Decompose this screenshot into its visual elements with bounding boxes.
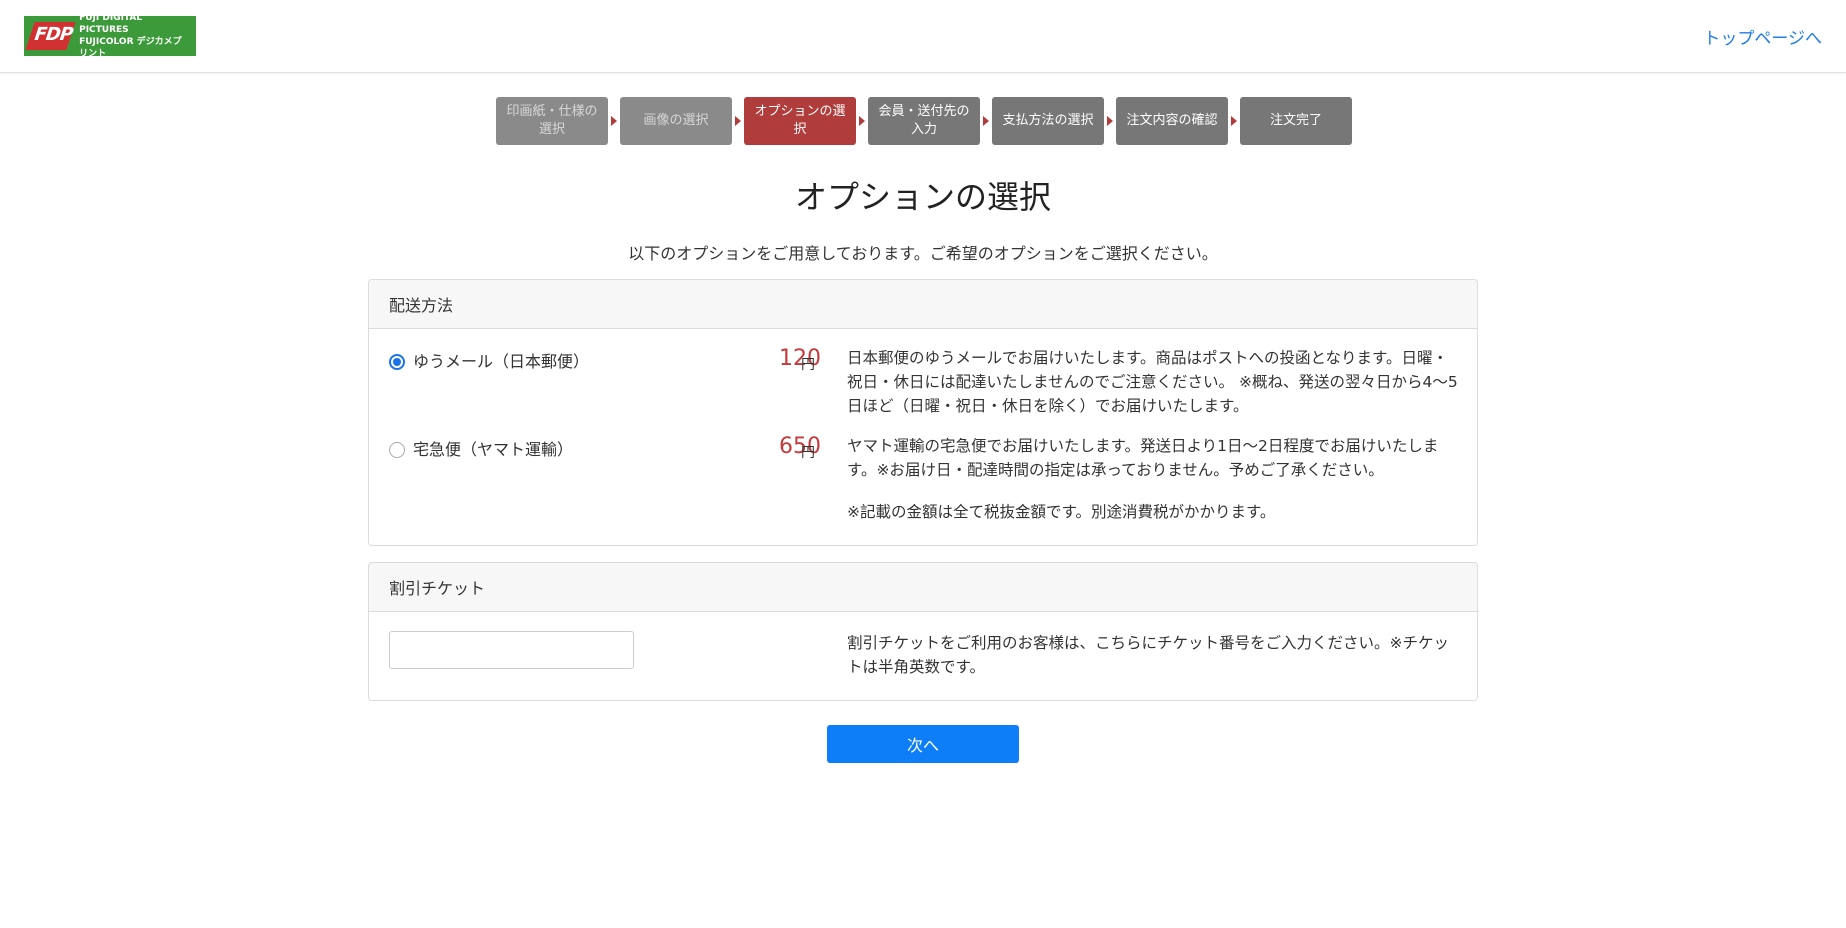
tax-note: ※記載の金額は全て税抜金額です。別途消費税がかかります。: [847, 503, 1276, 521]
step-image-select: 画像の選択: [620, 97, 732, 145]
logo-line2: FUJICOLOR デジカメプリント: [79, 37, 182, 59]
logo-text: FUJI DIGITAL PICTURES FUJICOLOR デジカメプリント: [79, 12, 190, 60]
next-button[interactable]: 次へ: [827, 725, 1019, 763]
step-arrow-icon: [856, 97, 868, 145]
step-paper-spec: 印画紙・仕様の選択: [496, 97, 608, 145]
yen-unit: 円: [801, 357, 815, 373]
step-member-address: 会員・送付先の入力: [868, 97, 980, 145]
page-title: オプションの選択: [794, 178, 1051, 216]
page-subtitle: 以下のオプションをご用意しております。ご希望のオプションをご選択ください。: [628, 244, 1218, 263]
step-options: オプションの選択: [744, 97, 856, 145]
fujifilm-logo[interactable]: FDP FUJI DIGITAL PICTURES FUJICOLOR デジカメ…: [24, 13, 196, 59]
step-arrow-icon: [1104, 97, 1116, 145]
shipping-method-card: 配送方法 ゆうメール（日本郵便） 120 円 日本郵便のゆうメールでお届けいたし…: [368, 279, 1478, 546]
description-takkyubin: ヤマト運輸の宅急便でお届けいたします。発送日より1日〜2日程度でお届けいたします…: [847, 437, 1439, 479]
radio-takkyubin[interactable]: [389, 442, 405, 458]
radio-yumail[interactable]: [389, 354, 405, 370]
logo-mark-text: FDP: [31, 24, 76, 45]
step-arrow-icon: [608, 97, 620, 145]
site-header: FDP FUJI DIGITAL PICTURES FUJICOLOR デジカメ…: [0, 0, 1846, 73]
yen-unit: 円: [801, 445, 815, 461]
ticket-description: 割引チケットをご利用のお客様は、こちらにチケット番号をご入力ください。※チケット…: [847, 634, 1449, 676]
order-steps: 印画紙・仕様の選択 画像の選択 オプションの選択 会員・送付先の入力 支払方法の…: [496, 97, 1352, 145]
step-payment: 支払方法の選択: [992, 97, 1104, 145]
option-label-takkyubin[interactable]: 宅急便（ヤマト運輸）: [413, 436, 573, 460]
step-confirm: 注文内容の確認: [1116, 97, 1228, 145]
logo-line1: FUJI DIGITAL PICTURES: [79, 13, 143, 35]
top-page-link[interactable]: トップページへ: [1703, 24, 1822, 49]
option-label-yumail[interactable]: ゆうメール（日本郵便）: [413, 348, 589, 372]
discount-ticket-header: 割引チケット: [369, 563, 1477, 612]
step-arrow-icon: [1228, 97, 1240, 145]
description-yumail: 日本郵便のゆうメールでお届けいたします。商品はポストへの投函となります。日曜・祝…: [847, 349, 1458, 415]
logo-mark-icon: FDP: [25, 22, 76, 50]
discount-ticket-card: 割引チケット 割引チケットをご利用のお客様は、こちらにチケット番号をご入力くださ…: [368, 562, 1478, 701]
shipping-method-header: 配送方法: [369, 280, 1477, 329]
step-complete: 注文完了: [1240, 97, 1352, 145]
step-arrow-icon: [980, 97, 992, 145]
step-arrow-icon: [732, 97, 744, 145]
ticket-number-input[interactable]: [389, 631, 634, 669]
